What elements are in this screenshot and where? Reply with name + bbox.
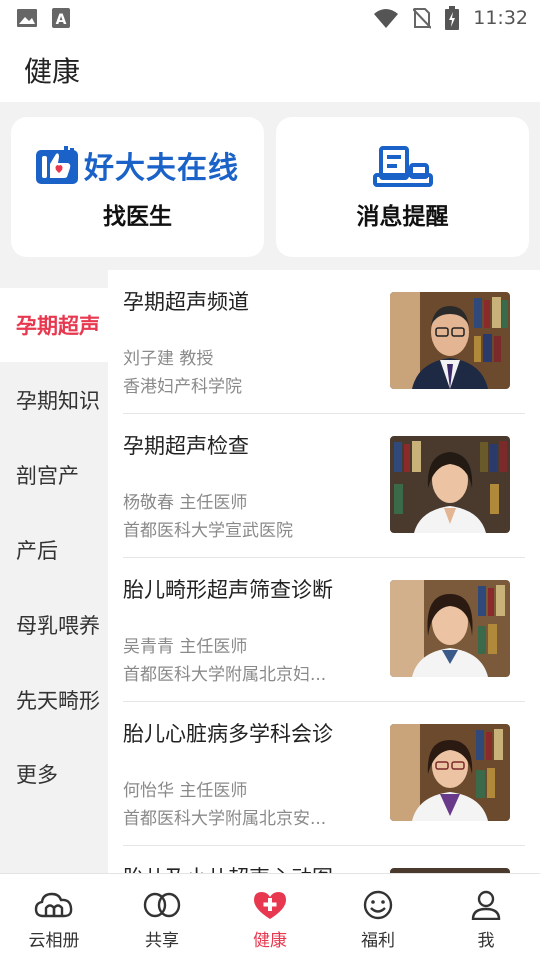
- doctor-name: 吴青青 主任医师: [123, 637, 248, 657]
- category-side-nav: 孕期超声 孕期知识 剖宫产 产后 母乳喂养 先天畸形 更多: [0, 270, 108, 873]
- bottom-tab-bar: 云相册 共享 健康 福利 我: [0, 873, 540, 960]
- doctor-photo: [390, 580, 510, 677]
- doctor-list: 孕期超声频道 刘子建 教授 香港妇产科学院 孕期超声检查 杨敬春 主任医师 首都…: [108, 270, 540, 873]
- item-title: 胎儿心脏病多学科会诊: [123, 722, 333, 746]
- haodf-logo-icon: [36, 146, 78, 184]
- message-reminder-label: 消息提醒: [356, 204, 449, 230]
- wifi-icon: [374, 9, 399, 28]
- find-doctor-label: 找医生: [103, 204, 172, 230]
- font-notification-icon: A: [52, 8, 70, 28]
- tab-label: 云相册: [28, 931, 80, 951]
- doctor-photo: [390, 436, 510, 533]
- side-item-more[interactable]: 更多: [0, 737, 108, 811]
- list-item[interactable]: 孕期超声检查 杨敬春 主任医师 首都医科大学宣武医院: [123, 414, 525, 558]
- header: 健康: [0, 36, 540, 102]
- status-bar: A 11:32: [0, 0, 540, 36]
- person-icon: [471, 890, 501, 920]
- list-item[interactable]: 胎儿及小儿超声心动图: [123, 846, 525, 873]
- share-rings-icon: [143, 892, 181, 918]
- side-item-congenital-defects[interactable]: 先天畸形: [0, 663, 108, 737]
- item-title: 胎儿及小儿超声心动图: [123, 862, 373, 873]
- item-title: 孕期超声检查: [123, 434, 249, 458]
- doctor-photo: [390, 724, 510, 821]
- doctor-name: 何怡华 主任医师: [123, 781, 248, 801]
- tab-label: 健康: [253, 931, 287, 951]
- doctor-name: 杨敬春 主任医师: [123, 493, 248, 513]
- list-item[interactable]: 孕期超声频道 刘子建 教授 香港妇产科学院: [123, 270, 525, 414]
- brand-name: 好大夫在线: [84, 151, 239, 186]
- cloud-album-icon: [34, 892, 73, 918]
- item-title: 胎儿畸形超声筛查诊断: [123, 578, 333, 602]
- list-item[interactable]: 胎儿畸形超声筛查诊断 吴青青 主任医师 首都医科大学附属北京妇...: [123, 558, 525, 702]
- doctor-hospital: 首都医科大学附属北京妇...: [123, 665, 327, 685]
- doctor-name: 刘子建 教授: [123, 349, 214, 369]
- message-reminder-card[interactable]: 消息提醒: [276, 117, 529, 257]
- message-reminder-icon: [373, 146, 433, 187]
- list-item[interactable]: 胎儿心脏病多学科会诊 何怡华 主任医师 首都医科大学附属北京安...: [123, 702, 525, 846]
- tab-health[interactable]: 健康: [216, 874, 324, 960]
- side-item-postpartum[interactable]: 产后: [0, 513, 108, 587]
- status-time: 11:32: [473, 7, 528, 29]
- side-item-pregnancy-knowledge[interactable]: 孕期知识: [0, 363, 108, 437]
- status-right: 11:32: [373, 6, 528, 30]
- doctor-hospital: 首都医科大学宣武医院: [123, 521, 293, 541]
- svg-text:A: A: [56, 12, 67, 28]
- side-item-cesarean[interactable]: 剖宫产: [0, 438, 108, 512]
- tab-welfare[interactable]: 福利: [324, 874, 432, 960]
- page-title: 健康: [24, 55, 81, 88]
- tab-share[interactable]: 共享: [108, 874, 216, 960]
- status-left: A: [16, 8, 70, 28]
- battery-charging-icon: [445, 6, 460, 30]
- image-notification-icon: [17, 9, 37, 27]
- doctor-photo: [390, 292, 510, 389]
- smiley-icon: [363, 890, 393, 920]
- health-heart-icon: [254, 892, 286, 919]
- doctor-hospital: 首都医科大学附属北京安...: [123, 809, 327, 829]
- side-item-breastfeeding[interactable]: 母乳喂养: [0, 588, 108, 662]
- find-doctor-card[interactable]: 好大夫在线 找医生: [11, 117, 264, 257]
- tab-label: 共享: [145, 931, 179, 951]
- tab-label: 我: [477, 931, 495, 951]
- item-title: 孕期超声频道: [123, 290, 249, 314]
- tab-label: 福利: [361, 931, 395, 951]
- haodf-brand: 好大夫在线: [36, 145, 239, 186]
- side-item-pregnancy-ultrasound[interactable]: 孕期超声: [0, 288, 108, 362]
- doctor-hospital: 香港妇产科学院: [123, 377, 242, 397]
- tab-me[interactable]: 我: [432, 874, 540, 960]
- no-sim-icon: [413, 8, 432, 29]
- tab-cloud-album[interactable]: 云相册: [0, 874, 108, 960]
